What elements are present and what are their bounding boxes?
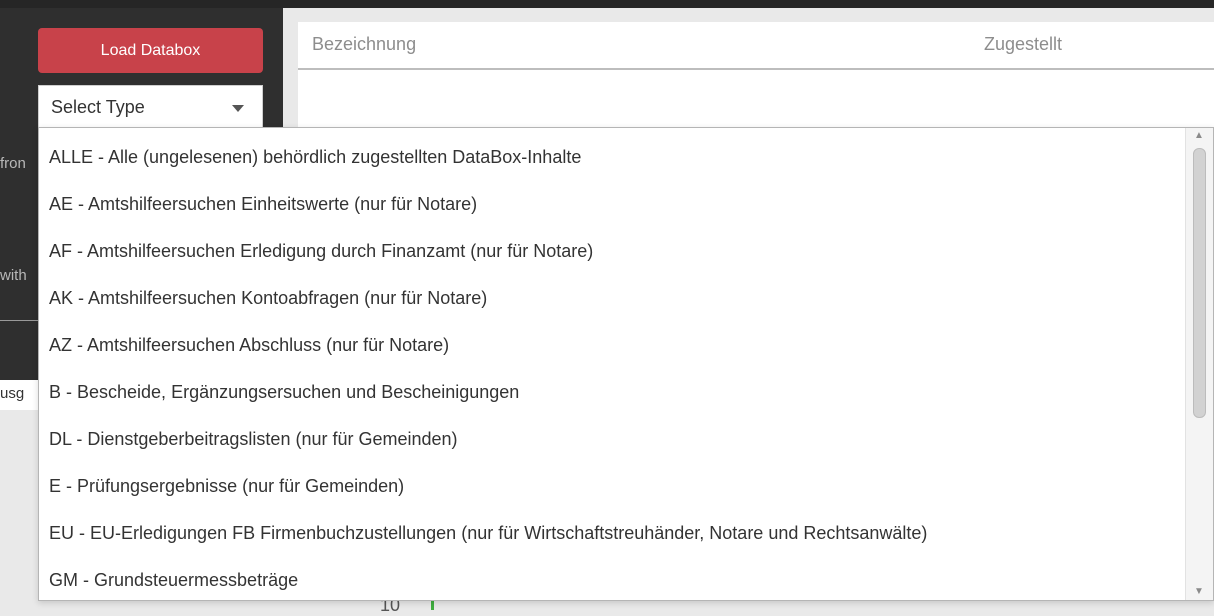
dropdown-option[interactable]: GM - Grundsteuermessbeträge [39, 557, 1184, 600]
load-databox-button[interactable]: Load Databox [38, 28, 263, 73]
type-dropdown-list[interactable]: ALLE - Alle (ungelesenen) behördlich zug… [38, 127, 1214, 601]
type-select[interactable]: Select Type [38, 85, 263, 129]
type-select-label: Select Type [51, 96, 145, 117]
chart-bar-fragment [431, 600, 434, 610]
scroll-up-arrow-icon[interactable]: ▲ [1194, 131, 1204, 141]
scrollbar-thumb[interactable] [1193, 148, 1206, 418]
dropdown-option[interactable]: B - Bescheide, Ergänzungsersuchen und Be… [39, 369, 1184, 416]
column-header-bezeichnung[interactable]: Bezeichnung [312, 34, 416, 55]
left-divider [0, 320, 40, 321]
dropdown-option[interactable]: AE - Amtshilfeersuchen Einheitswerte (nu… [39, 181, 1184, 228]
column-header-zugestellt[interactable]: Zugestellt [984, 34, 1062, 55]
dropdown-option[interactable]: AF - Amtshilfeersuchen Erledigung durch … [39, 228, 1184, 275]
dropdown-options: ALLE - Alle (ungelesenen) behördlich zug… [39, 134, 1184, 600]
dropdown-option[interactable]: AK - Amtshilfeersuchen Kontoabfragen (nu… [39, 275, 1184, 322]
dropdown-scrollbar[interactable]: ▲ ▼ [1185, 128, 1213, 600]
side-text-fragment: fron [0, 155, 26, 172]
dropdown-option[interactable]: EU - EU-Erledigungen FB Firmenbuchzustel… [39, 510, 1184, 557]
chevron-down-icon[interactable] [232, 105, 244, 112]
dropdown-option[interactable]: AZ - Amtshilfeersuchen Abschluss (nur fü… [39, 322, 1184, 369]
scroll-down-arrow-icon[interactable]: ▼ [1194, 587, 1204, 597]
table-header: Bezeichnung Zugestellt [298, 22, 1214, 70]
dropdown-option[interactable]: ALLE - Alle (ungelesenen) behördlich zug… [39, 134, 1184, 181]
top-bar [0, 0, 1214, 8]
dropdown-option[interactable]: E - Prüfungsergebnisse (nur für Gemeinde… [39, 463, 1184, 510]
side-text-fragment: usg [0, 385, 25, 402]
side-text-fragment: with [0, 267, 27, 284]
dropdown-option[interactable]: DL - Dienstgeberbeitragslisten (nur für … [39, 416, 1184, 463]
